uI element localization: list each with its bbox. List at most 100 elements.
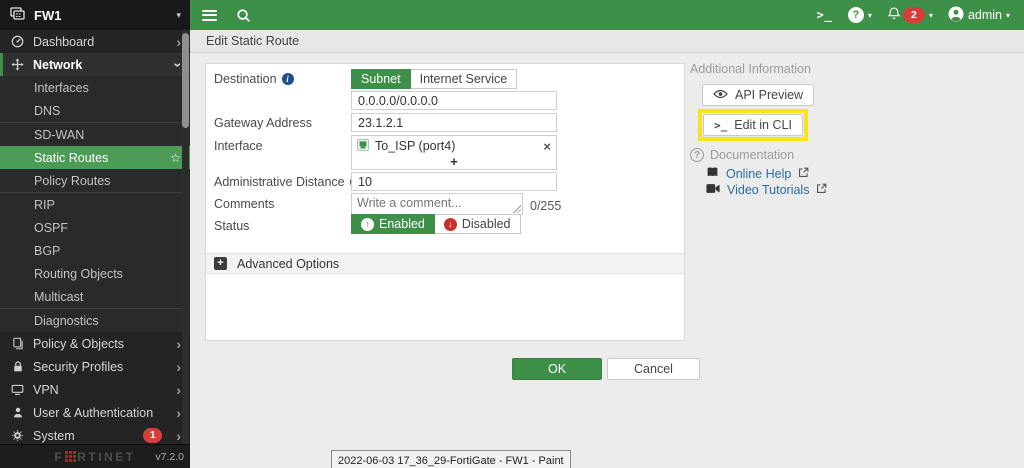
external-link-icon — [816, 183, 827, 197]
sidebar-item-dns[interactable]: DNS — [0, 99, 190, 122]
sidebar: FW1 ▾ Dashboard › Network › Interfaces DNS SD-… — [0, 0, 190, 468]
remove-interface-icon[interactable]: × — [543, 140, 551, 153]
chevron-down-icon: › — [170, 62, 187, 67]
chevron-right-icon: › — [176, 358, 181, 375]
gateway-address-input[interactable] — [351, 113, 557, 132]
sidebar-item-label: Routing Objects — [34, 266, 123, 281]
sidebar-item-ospf[interactable]: OSPF — [0, 216, 190, 239]
move-icon — [10, 58, 25, 71]
info-icon[interactable]: i — [281, 73, 294, 85]
sidebar-item-static-routes[interactable]: Static Routes ☆ — [0, 146, 190, 169]
document-icon — [10, 337, 25, 350]
brand-letter: F — [54, 449, 65, 464]
monitor-icon — [10, 383, 25, 396]
status-label: Status — [214, 219, 250, 233]
sidebar-item-label: Static Routes — [34, 150, 109, 165]
cancel-button[interactable]: Cancel — [607, 358, 700, 380]
additional-information-title: Additional Information — [690, 62, 811, 76]
status-toggle: ↑ Enabled ↓ Disabled — [351, 214, 521, 234]
api-preview-button[interactable]: API Preview — [702, 84, 815, 106]
page-title: Edit Static Route — [206, 34, 300, 48]
topbar: >_ ? ▾ 2 ▾ admin ▾ — [190, 0, 1024, 30]
admin-menu[interactable]: admin ▾ — [948, 6, 1010, 25]
search-icon[interactable] — [236, 8, 251, 23]
add-interface-button[interactable]: + — [352, 155, 556, 168]
admin-distance-input[interactable] — [351, 172, 557, 191]
sidebar-item-sd-wan[interactable]: SD-WAN — [0, 123, 190, 146]
fortigate-screen: FW1 ▾ Dashboard › Network › Interfaces DNS SD-… — [0, 0, 1024, 468]
doc-link-label[interactable]: Video Tutorials — [727, 183, 809, 197]
fortinet-grid-icon — [65, 451, 77, 462]
chevron-right-icon: › — [176, 33, 181, 50]
brand-letters: RTINET — [77, 449, 136, 464]
sidebar-footer: F RTINET v7.2.0 — [0, 444, 190, 468]
help-menu[interactable]: ? ▾ — [847, 7, 872, 23]
edit-in-cli-button[interactable]: >_ Edit in CLI — [703, 114, 803, 136]
chevron-right-icon: › — [176, 335, 181, 352]
interface-entry: To_ISP (port4) × — [352, 136, 556, 155]
notification-count-badge: 2 — [902, 7, 925, 23]
sidebar-scrollbar-thumb[interactable] — [182, 33, 189, 128]
sidebar-item-dashboard[interactable]: Dashboard › — [0, 30, 190, 53]
sidebar-item-bgp[interactable]: BGP — [0, 239, 190, 262]
book-icon — [706, 166, 719, 181]
external-link-icon — [798, 167, 809, 181]
cli-console-icon[interactable]: >_ — [816, 8, 832, 22]
sidebar-item-policy-objects[interactable]: Policy & Objects › — [0, 332, 190, 355]
sidebar-item-label: BGP — [34, 243, 61, 258]
chevron-down-icon: ▾ — [928, 10, 933, 20]
sidebar-item-diagnostics[interactable]: Diagnostics — [0, 309, 190, 332]
sidebar-item-label: Security Profiles — [33, 359, 124, 374]
comments-textarea[interactable] — [351, 193, 523, 215]
status-enabled-button[interactable]: ↑ Enabled — [351, 214, 435, 234]
sidebar-item-label: System — [33, 428, 75, 443]
chevron-down-icon: ▾ — [176, 9, 181, 20]
fortinet-logo: F RTINET — [54, 450, 135, 464]
firewall-stack-icon — [10, 6, 26, 24]
doc-link-video-tutorials[interactable]: Video Tutorials — [706, 183, 827, 197]
sidebar-item-policy-routes[interactable]: Policy Routes — [0, 169, 190, 192]
sidebar-item-security-profiles[interactable]: Security Profiles › — [0, 355, 190, 378]
admin-username: admin — [967, 8, 1002, 22]
admin-distance-label: Administrative Distance i — [214, 175, 362, 189]
sidebar-item-label: User & Authentication — [33, 405, 154, 420]
hamburger-menu-icon[interactable] — [202, 9, 217, 21]
sidebar-item-vpn[interactable]: VPN › — [0, 378, 190, 401]
sidebar-item-user-authentication[interactable]: User & Authentication › — [0, 401, 190, 424]
doc-link-online-help[interactable]: Online Help — [706, 166, 809, 181]
interface-select[interactable]: To_ISP (port4) × + — [351, 135, 557, 170]
doc-link-label[interactable]: Online Help — [726, 167, 791, 181]
bell-icon — [887, 6, 901, 24]
advanced-options-toggle[interactable]: + Advanced Options — [206, 253, 684, 274]
eye-icon — [713, 88, 728, 102]
sidebar-item-interfaces[interactable]: Interfaces — [0, 76, 190, 99]
static-route-form: Destination i Subnet Internet Service Ga… — [205, 63, 685, 341]
sidebar-item-network[interactable]: Network › — [0, 53, 190, 76]
chevron-down-icon: ▾ — [867, 10, 872, 20]
gauge-icon — [10, 35, 25, 48]
user-avatar-icon — [948, 6, 964, 25]
sidebar-item-routing-objects[interactable]: Routing Objects — [0, 262, 190, 285]
sidebar-item-multicast[interactable]: Multicast — [0, 285, 190, 308]
person-icon — [10, 406, 25, 419]
chevron-right-icon: › — [176, 427, 181, 444]
hostname-selector[interactable]: FW1 ▾ — [0, 0, 190, 30]
comments-label: Comments — [214, 197, 275, 211]
tab-subnet[interactable]: Subnet — [351, 69, 411, 89]
sidebar-item-rip[interactable]: RIP — [0, 193, 190, 216]
favorite-star-icon[interactable]: ☆ — [170, 151, 181, 165]
ok-button[interactable]: OK — [512, 358, 602, 380]
page-title-bar: Edit Static Route — [190, 30, 1024, 53]
destination-subnet-input[interactable] — [351, 91, 557, 110]
sidebar-item-label: Network — [33, 57, 83, 72]
status-disabled-button[interactable]: ↓ Disabled — [434, 214, 521, 234]
notifications-menu[interactable]: 2 ▾ — [887, 6, 933, 24]
tab-internet-service[interactable]: Internet Service — [410, 69, 518, 89]
enabled-up-arrow-icon: ↑ — [361, 217, 374, 231]
advanced-options-label: Advanced Options — [237, 256, 340, 271]
video-icon — [706, 183, 720, 197]
disabled-down-arrow-icon: ↓ — [443, 217, 457, 231]
sidebar-item-label: Policy & Objects — [33, 336, 125, 351]
sidebar-item-label: RIP — [34, 197, 55, 212]
cli-prompt-icon: >_ — [714, 118, 728, 132]
